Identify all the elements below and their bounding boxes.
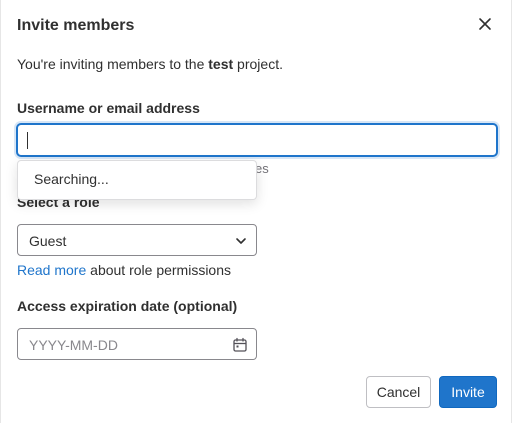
invite-members-modal: Invite members You're inviting members t… (0, 0, 512, 423)
expiration-date-input[interactable]: YYYY-MM-DD (17, 328, 257, 360)
username-email-input[interactable] (17, 124, 497, 156)
cancel-button[interactable]: Cancel (366, 376, 431, 408)
role-permissions-help: Read more about role permissions (17, 262, 231, 278)
modal-title: Invite members (17, 17, 135, 34)
close-button[interactable] (474, 15, 496, 37)
intro-text: You're inviting members to the test proj… (17, 56, 283, 72)
read-more-link[interactable]: Read more (17, 262, 86, 278)
invitee-label: Username or email address (17, 100, 200, 116)
hint-text-partial: es (255, 161, 269, 176)
expiration-label: Access expiration date (optional) (17, 298, 238, 314)
date-placeholder: YYYY-MM-DD (29, 337, 118, 353)
searching-status: Searching... (34, 171, 109, 187)
calendar-icon[interactable] (232, 337, 248, 353)
role-select[interactable]: Guest (17, 224, 257, 256)
search-results-dropdown: Searching... (17, 160, 257, 200)
read-more-suffix: about role permissions (86, 262, 232, 278)
text-caret (27, 132, 28, 149)
role-selected-value: Guest (29, 233, 67, 249)
project-name: test (208, 56, 234, 72)
chevron-down-icon (234, 234, 248, 248)
close-icon (478, 17, 492, 36)
intro-suffix: project. (233, 56, 283, 72)
intro-prefix: You're inviting members to the (17, 56, 209, 72)
invite-button[interactable]: Invite (439, 376, 497, 408)
